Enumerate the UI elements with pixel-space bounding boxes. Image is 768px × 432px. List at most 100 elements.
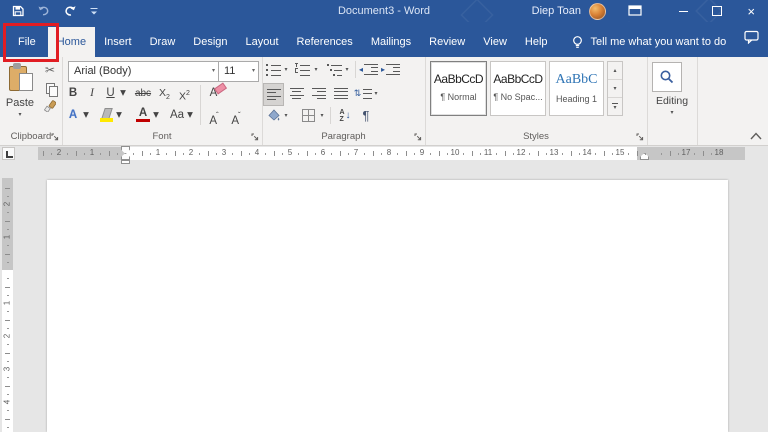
restore-button[interactable] (700, 0, 734, 22)
shrink-font-mark: ˇ (238, 111, 241, 120)
style-normal[interactable]: AaBbCcD ¶ Normal (430, 61, 487, 116)
decrease-indent-button[interactable]: ◂ (359, 60, 378, 79)
tab-references[interactable]: References (288, 27, 362, 57)
borders-dropdown-icon[interactable]: ▾ (318, 106, 326, 125)
justify-button[interactable] (331, 83, 350, 104)
align-center-button[interactable] (287, 83, 306, 104)
line-spacing-dropdown-icon[interactable]: ▾ (372, 83, 380, 104)
shading-button[interactable] (265, 106, 282, 125)
ruler-tick (628, 153, 630, 155)
search-icon (660, 70, 674, 84)
font-color-dropdown-icon[interactable]: ▾ (152, 107, 160, 124)
change-case-button[interactable]: Aa (168, 107, 186, 124)
subscript-button[interactable]: X2 (157, 85, 172, 102)
styles-dialog-launcher[interactable] (636, 133, 644, 141)
ruler-number: 18 (714, 148, 724, 157)
minimize-button[interactable] (666, 0, 700, 22)
ruler-tick (397, 153, 399, 155)
clear-formatting-button[interactable]: A (206, 82, 230, 102)
shrink-font-button[interactable]: Aˇ (228, 107, 244, 127)
ruler-number: 2 (2, 333, 12, 339)
tab-mailings[interactable]: Mailings (362, 27, 420, 57)
underline-dropdown-icon[interactable]: ▾ (119, 85, 127, 102)
ruler-tick (512, 153, 514, 155)
font-family-combobox[interactable]: Arial (Body) ▾ (68, 61, 219, 82)
text-effects-button[interactable]: A (66, 107, 80, 124)
styles-scroll-down-button[interactable]: ▾ (608, 80, 622, 98)
comment-button[interactable] (744, 30, 760, 44)
tell-me-box[interactable]: Tell me what you want to do (571, 27, 726, 57)
line-spacing-button[interactable]: ⇅ (354, 83, 373, 104)
italic-button[interactable]: I (86, 85, 98, 102)
tab-layout[interactable]: Layout (237, 27, 288, 57)
horizontal-ruler[interactable]: 2 1 1 2 3 4 5 6 7 8 9 10 11 12 13 14 15 17 18 (38, 146, 745, 164)
ruler-number: 7 (353, 148, 359, 157)
ruler-tick (7, 212, 9, 214)
numbering-dropdown-icon[interactable]: ▾ (312, 60, 320, 79)
clipboard-dialog-launcher[interactable] (51, 133, 59, 141)
collapse-ribbon-button[interactable] (749, 131, 763, 141)
bold-button[interactable]: B (66, 85, 80, 102)
close-button[interactable]: × (734, 0, 768, 22)
align-right-icon (311, 87, 326, 100)
ruler-tick (595, 153, 597, 155)
cut-button[interactable]: ✂ (40, 61, 60, 79)
grow-font-button[interactable]: Aˆ (206, 107, 222, 127)
ruler-tick (7, 261, 9, 263)
ruler-tick (504, 151, 506, 156)
tab-help[interactable]: Help (516, 27, 557, 57)
bullets-button[interactable] (265, 60, 282, 79)
vertical-ruler[interactable]: 2 1 1 2 3 4 (2, 178, 13, 432)
left-indent-marker[interactable] (121, 160, 130, 164)
text-effects-dropdown-icon[interactable]: ▾ (82, 107, 90, 124)
line-spacing-icon: ⇅ (354, 87, 373, 100)
align-right-button[interactable] (309, 83, 328, 104)
font-dialog-launcher[interactable] (251, 133, 259, 141)
editing-dropdown-icon[interactable]: ▾ (647, 109, 697, 116)
paste-button[interactable]: Paste ▾ (2, 59, 38, 125)
highlight-button[interactable] (98, 107, 114, 124)
tab-insert[interactable]: Insert (95, 27, 141, 57)
styles-group: AaBbCcD ¶ Normal AaBbCcD ¶ No Spac... Aa… (425, 57, 648, 145)
font-color-button[interactable]: A (136, 107, 150, 124)
increase-indent-button[interactable]: ▸ (381, 60, 400, 79)
multilevel-list-dropdown-icon[interactable]: ▾ (343, 60, 351, 79)
underline-button[interactable]: U (104, 85, 117, 102)
strikethrough-button[interactable]: abc (132, 85, 154, 102)
tab-review[interactable]: Review (420, 27, 474, 57)
show-hide-button[interactable]: ¶ (358, 106, 374, 125)
paragraph-dialog-launcher[interactable] (414, 133, 422, 141)
copy-icon (45, 82, 58, 97)
shading-dropdown-icon[interactable]: ▾ (282, 106, 290, 125)
tab-draw[interactable]: Draw (141, 27, 185, 57)
ruler-top-margin-zone (2, 178, 13, 270)
borders-button[interactable] (300, 106, 317, 125)
tab-selector[interactable] (2, 147, 15, 160)
highlight-dropdown-icon[interactable]: ▾ (115, 107, 123, 124)
ruler-tick (273, 151, 275, 156)
styles-gallery-more-button[interactable]: ▾ (608, 98, 622, 115)
superscript-button[interactable]: X2 (177, 85, 192, 103)
document-page[interactable] (47, 180, 728, 432)
ruler-tick (7, 195, 9, 197)
style-heading-1[interactable]: AaBbC Heading 1 (549, 61, 604, 116)
copy-button[interactable] (40, 79, 60, 97)
ruler-tick (570, 151, 572, 156)
multilevel-list-button[interactable] (326, 60, 343, 79)
paste-dropdown-icon[interactable]: ▾ (2, 111, 38, 118)
ribbon-display-options-button[interactable] (628, 5, 642, 17)
style-no-spacing[interactable]: AaBbCcD ¶ No Spac... (490, 61, 546, 116)
avatar[interactable] (589, 2, 606, 20)
ruler-tick (133, 153, 135, 155)
tab-design[interactable]: Design (184, 27, 236, 57)
find-button[interactable] (652, 62, 682, 92)
change-case-dropdown-icon[interactable]: ▾ (186, 107, 194, 124)
sort-button[interactable]: AZ ↓ (334, 106, 356, 125)
numbering-button[interactable] (294, 60, 311, 79)
font-size-combobox[interactable]: 11 ▾ (218, 61, 259, 82)
bullets-dropdown-icon[interactable]: ▾ (282, 60, 290, 79)
styles-scroll-up-button[interactable]: ▴ (608, 62, 622, 80)
tab-view[interactable]: View (474, 27, 516, 57)
format-painter-button[interactable] (40, 97, 60, 115)
align-left-button[interactable] (263, 83, 284, 106)
